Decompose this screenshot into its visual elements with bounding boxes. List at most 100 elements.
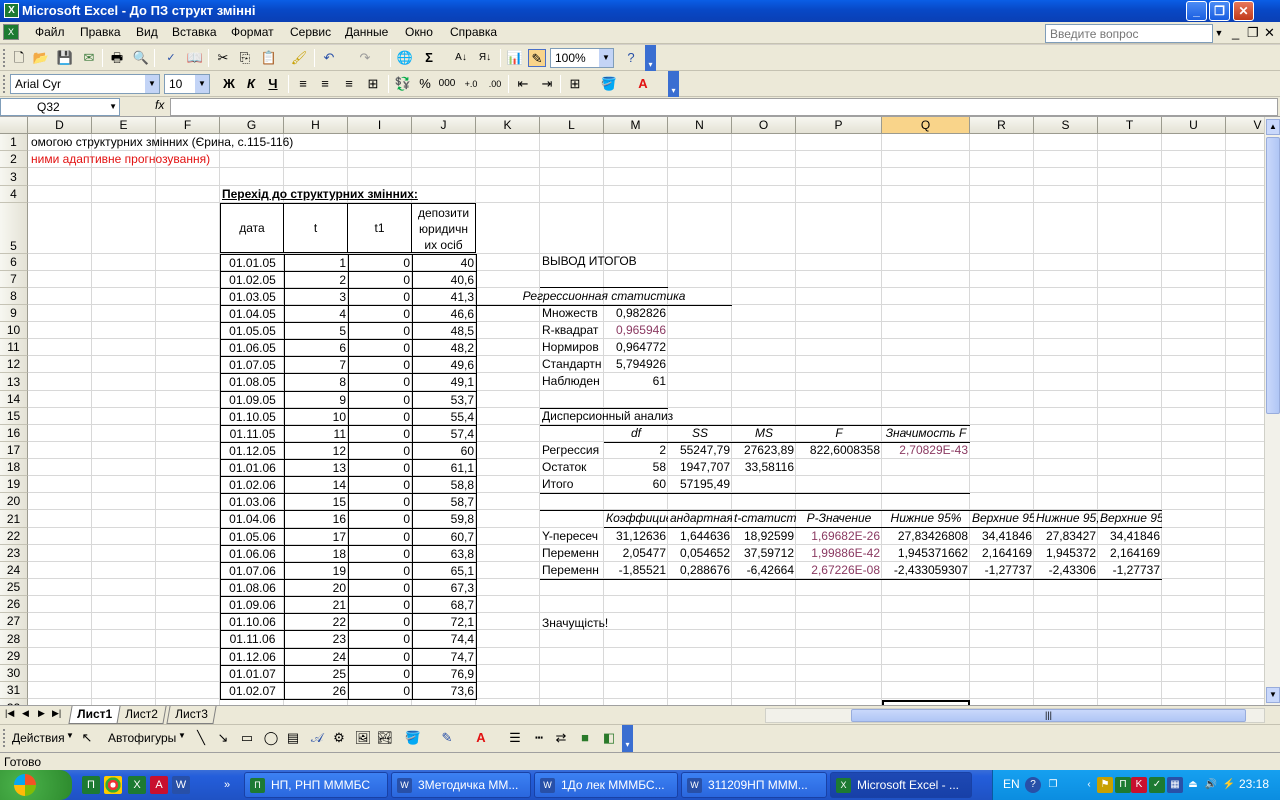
data-cell-t1[interactable]: 0 xyxy=(348,613,413,631)
column-header-d[interactable]: D xyxy=(28,117,92,134)
data-cell-date[interactable]: 01.08.06 xyxy=(220,579,285,597)
data-cell-t[interactable]: 10 xyxy=(284,408,349,426)
print-preview-icon[interactable]: 🔍 xyxy=(132,49,150,67)
data-cell-t[interactable]: 26 xyxy=(284,682,349,700)
access-icon[interactable]: A xyxy=(150,776,168,794)
decrease-decimal-icon[interactable]: .00 xyxy=(486,75,504,93)
coef-cell[interactable]: 1,945372 xyxy=(1034,545,1098,562)
merge-center-icon[interactable]: ⊞ xyxy=(364,75,382,93)
scroll-down-icon[interactable]: ▼ xyxy=(1266,687,1280,703)
data-cell-t1[interactable]: 0 xyxy=(348,408,413,426)
anova-cell[interactable]: 57195,49 xyxy=(668,476,732,493)
row-header-13[interactable]: 13 xyxy=(0,373,28,391)
coef-cell[interactable]: 27,83426808 xyxy=(882,528,970,545)
data-cell-t[interactable]: 23 xyxy=(284,630,349,649)
help-icon[interactable]: ? xyxy=(622,49,640,67)
chevron-down-icon[interactable]: ▼ xyxy=(66,731,74,740)
select-objects-icon[interactable]: ↖ xyxy=(78,729,96,747)
underline-button[interactable]: Ч xyxy=(264,75,282,93)
menu-data[interactable]: Данные xyxy=(345,25,388,39)
data-cell-t[interactable]: 2 xyxy=(284,271,349,289)
anova-cell[interactable]: 27623,89 xyxy=(732,442,796,459)
column-header-p[interactable]: P xyxy=(796,117,882,134)
first-sheet-icon[interactable]: |◀ xyxy=(5,708,14,719)
doc-close-button[interactable]: ✕ xyxy=(1264,25,1275,41)
clock[interactable]: 23:18 xyxy=(1239,777,1269,791)
safely-remove-icon[interactable]: ⏏ xyxy=(1185,777,1201,793)
data-cell-deposit[interactable]: 67,3 xyxy=(412,579,477,597)
permission-icon[interactable]: ✉ xyxy=(80,49,98,67)
coef-cell[interactable]: -6,42664 xyxy=(732,562,796,579)
data-cell-deposit[interactable]: 46,6 xyxy=(412,305,477,323)
data-cell-date[interactable]: 01.07.05 xyxy=(220,356,285,374)
anova-cell[interactable]: 1947,707 xyxy=(668,459,732,476)
menu-tools[interactable]: Сервис xyxy=(290,25,331,39)
toolbar-options-icon[interactable]: ▾ xyxy=(622,725,633,752)
vertical-scrollbar[interactable]: ▲ ▼ xyxy=(1264,117,1280,705)
row-header-31[interactable]: 31 xyxy=(0,682,28,699)
reg-stat-label[interactable]: Нормиров xyxy=(540,339,604,356)
worksheet-grid[interactable]: DEFGHIJKLMNOPQRSTUV 1 2 3 4 5 6 7 8 9 10 11 12 13 14 1… xyxy=(0,117,1264,705)
data-cell-deposit[interactable]: 49,6 xyxy=(412,356,477,374)
data-cell-deposit[interactable]: 40,6 xyxy=(412,271,477,289)
column-header-k[interactable]: K xyxy=(476,117,540,134)
data-cell-date[interactable]: 01.02.06 xyxy=(220,476,285,494)
clipart-icon[interactable]: 🖼 xyxy=(354,729,372,747)
data-cell-date[interactable]: 01.05.05 xyxy=(220,322,285,340)
anova-header[interactable]: MS xyxy=(732,425,796,443)
data-cell-t[interactable]: 8 xyxy=(284,373,349,392)
data-cell-t[interactable]: 18 xyxy=(284,545,349,563)
column-header-e[interactable]: E xyxy=(92,117,156,134)
reg-stat-value[interactable]: 0,964772 xyxy=(604,339,668,356)
line-style-icon[interactable]: ☰ xyxy=(506,729,524,747)
data-cell-t1[interactable]: 0 xyxy=(348,391,413,409)
data-cell-date[interactable]: 01.02.07 xyxy=(220,682,285,700)
data-cell-deposit[interactable]: 53,7 xyxy=(412,391,477,409)
data-cell-t1[interactable]: 0 xyxy=(348,305,413,323)
significance-note[interactable]: Значущість! xyxy=(540,615,670,632)
data-cell-t[interactable]: 9 xyxy=(284,391,349,409)
data-cell-date[interactable]: 01.01.06 xyxy=(220,459,285,477)
data-cell-deposit[interactable]: 59,8 xyxy=(412,510,477,529)
data-cell-date[interactable]: 01.06.05 xyxy=(220,339,285,357)
column-header-j[interactable]: J xyxy=(412,117,476,134)
decrease-indent-icon[interactable]: ⇤ xyxy=(514,75,532,93)
coef-cell[interactable]: 18,92599 xyxy=(732,528,796,545)
data-cell-deposit[interactable]: 63,8 xyxy=(412,545,477,563)
zoom-combo[interactable]: 100% ▼ xyxy=(550,48,614,68)
anova-header[interactable]: Значимость F xyxy=(882,425,970,443)
coef-cell[interactable]: Переменн xyxy=(540,562,604,579)
start-button[interactable] xyxy=(0,770,72,800)
italic-button[interactable]: К xyxy=(242,75,260,93)
paste-icon[interactable]: 📋 xyxy=(260,49,278,67)
column-header-f[interactable]: F xyxy=(156,117,220,134)
row-header-25[interactable]: 25 xyxy=(0,579,28,596)
prev-sheet-icon[interactable]: ◀ xyxy=(22,708,29,719)
column-header-i[interactable]: I xyxy=(348,117,412,134)
data-cell-deposit[interactable]: 72,1 xyxy=(412,613,477,631)
coef-cell[interactable]: -2,433059307 xyxy=(882,562,970,579)
coef-header[interactable]: Верхние 95,0% xyxy=(1098,510,1162,528)
data-cell-deposit[interactable]: 65,1 xyxy=(412,562,477,580)
chevron-down-icon[interactable]: ▼ xyxy=(195,75,209,93)
anova-cell[interactable]: Регрессия xyxy=(540,442,604,459)
print-icon[interactable]: 🖶 xyxy=(108,49,126,67)
row-header-8[interactable]: 8 xyxy=(0,288,28,305)
coef-header[interactable]: Верхние 95% xyxy=(970,510,1034,528)
coef-cell[interactable]: 2,67226E-08 xyxy=(796,562,882,579)
data-cell-t[interactable]: 1 xyxy=(284,254,349,272)
volume-icon[interactable]: 🔊 xyxy=(1203,777,1219,793)
row-header-29[interactable]: 29 xyxy=(0,648,28,665)
reg-stat-label[interactable]: Множеств xyxy=(540,305,604,322)
power-icon[interactable]: ⚡ xyxy=(1221,777,1237,793)
align-right-icon[interactable]: ≡ xyxy=(340,75,358,93)
data-cell-t1[interactable]: 0 xyxy=(348,425,413,443)
fill-color-icon[interactable]: 🪣 xyxy=(404,729,422,747)
spelling-icon[interactable]: ✓ xyxy=(162,49,180,67)
anova-header[interactable]: df xyxy=(604,425,668,443)
insert-function-icon[interactable]: fx xyxy=(155,98,164,112)
data-cell-deposit[interactable]: 58,7 xyxy=(412,493,477,511)
row-header-4[interactable]: 4 xyxy=(0,186,28,203)
data-cell-t1[interactable]: 0 xyxy=(348,665,413,683)
toolbar-grip[interactable] xyxy=(3,729,6,747)
